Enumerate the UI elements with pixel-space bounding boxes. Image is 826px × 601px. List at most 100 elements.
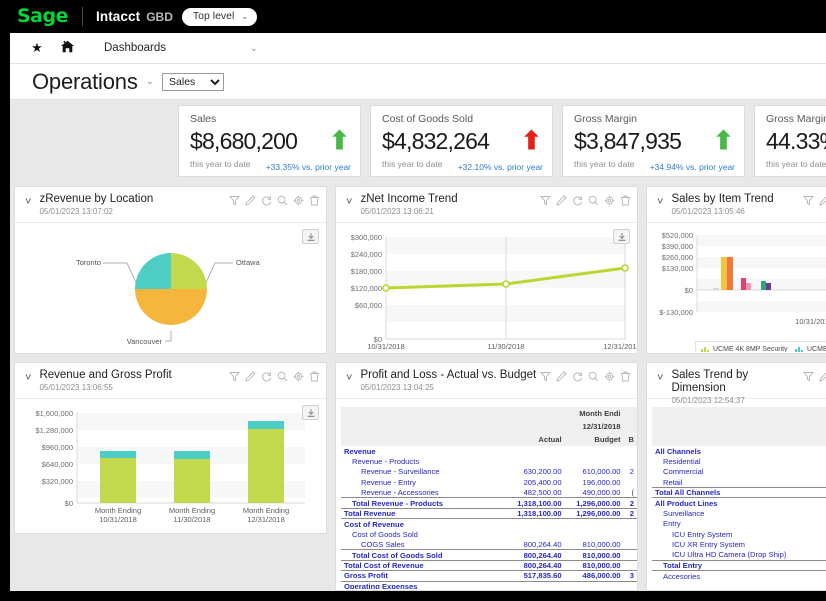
gear-icon[interactable]: [604, 195, 615, 206]
refresh-icon[interactable]: [572, 371, 583, 382]
table-row: Operating Expenses: [341, 581, 637, 589]
filter-icon[interactable]: [540, 371, 551, 382]
widget-title: zNet Income Trend: [360, 193, 458, 205]
filter-icon[interactable]: [803, 371, 814, 382]
page-title: Operations: [32, 68, 138, 94]
chevron-down-icon[interactable]: ˅: [346, 372, 352, 384]
bar-segment-revenue: [248, 429, 284, 503]
delete-icon[interactable]: [620, 195, 631, 206]
row-label: Revenue - Entry: [361, 477, 416, 487]
chevron-down-icon[interactable]: ˅: [346, 196, 352, 208]
table-cell: [505, 407, 565, 420]
download-icon[interactable]: [302, 229, 319, 244]
widget-title: Sales by Item Trend: [671, 193, 774, 205]
legend-item[interactable]: UCME 4K 8MP Security System: [795, 346, 826, 352]
kpi-value: $3,847,935: [574, 128, 682, 154]
table-row: Total Revenue 1,318,100.00 1,296,000.00 2: [341, 507, 637, 520]
widget-title: zRevenue by Location: [39, 193, 154, 205]
y-tick: $0: [65, 499, 73, 508]
kpi-card[interactable]: Cost of Goods Sold $4,832,264 ⬆ this year t…: [370, 105, 553, 177]
chevron-down-icon[interactable]: ⌄: [250, 43, 258, 54]
search-icon[interactable]: [588, 371, 599, 382]
kpi-card[interactable]: Gross Margin % 44.33% this year to date: [754, 105, 826, 177]
delete-icon[interactable]: [620, 371, 631, 382]
row-label: Residential: [663, 457, 701, 467]
y-tick: $240,000: [351, 250, 382, 259]
row-label: ICU Entry System: [672, 529, 733, 539]
data-point: [382, 284, 390, 292]
widget-toolbar: [229, 193, 320, 206]
y-tick: $-130,000: [659, 308, 693, 317]
kpi-card[interactable]: Gross Margin $3,847,935 ⬆ this year to date…: [562, 105, 745, 177]
edit-icon[interactable]: [556, 195, 567, 206]
home-icon[interactable]: [52, 40, 82, 56]
dashboard-select[interactable]: Sales: [162, 72, 225, 91]
table-row: ICU Ultra HD Camera (Drop Ship): [652, 550, 826, 560]
chevron-down-icon[interactable]: ˅: [657, 196, 663, 208]
widget-body: $300,000 $240,000 $180,000 $120,000 $60,…: [336, 223, 637, 352]
delete-icon[interactable]: [309, 371, 320, 382]
cell-actual: [506, 446, 565, 456]
context-selector[interactable]: Top level ⌄: [181, 7, 258, 26]
cell-budget: [565, 519, 624, 529]
widget-timestamp: 05/01/2023 13:06:55: [39, 383, 113, 392]
edit-icon[interactable]: [819, 195, 826, 206]
filter-icon[interactable]: [229, 371, 240, 382]
refresh-icon[interactable]: [261, 195, 272, 206]
cell-actual: 630,200.00: [523, 467, 562, 477]
bar: [746, 283, 751, 290]
bar-segment-gross-profit: [248, 421, 284, 429]
star-icon[interactable]: ★: [22, 40, 52, 56]
table-row: Cost of Goods Sold: [341, 529, 637, 539]
widget-title: Sales Trend by Dimension: [671, 369, 749, 394]
edit-icon[interactable]: [245, 371, 256, 382]
search-icon[interactable]: [277, 371, 288, 382]
legend-item[interactable]: UCME 4K 8MP Security System: [701, 346, 795, 352]
refresh-icon[interactable]: [572, 195, 583, 206]
edit-icon[interactable]: [819, 371, 826, 382]
nav-dashboards-label[interactable]: Dashboards: [104, 42, 166, 54]
cell-variance: 3: [623, 570, 637, 582]
gear-icon[interactable]: [293, 371, 304, 382]
legend-swatch-icon: [701, 346, 709, 352]
y-tick: $0: [685, 286, 693, 295]
table-cell: [652, 420, 826, 433]
chevron-down-icon[interactable]: ˅: [25, 372, 31, 384]
search-icon[interactable]: [588, 195, 599, 206]
filter-icon[interactable]: [540, 195, 551, 206]
filter-icon[interactable]: [229, 195, 240, 206]
refresh-icon[interactable]: [261, 371, 272, 382]
download-icon[interactable]: [613, 229, 630, 244]
delete-icon[interactable]: [309, 195, 320, 206]
chevron-down-icon[interactable]: ˅: [657, 372, 663, 384]
y-tick: $300,000: [351, 233, 382, 242]
chevron-down-icon[interactable]: ˅: [25, 196, 31, 208]
filter-icon[interactable]: [803, 195, 814, 206]
gear-icon[interactable]: [604, 371, 615, 382]
row-label: Retail: [663, 477, 683, 487]
download-icon[interactable]: [302, 405, 319, 420]
y-tick: $390,000: [662, 242, 693, 251]
kpi-value: $8,680,200: [190, 128, 298, 154]
kpi-card[interactable]: Sales $8,680,200 ⬆ this year to date +33.35%…: [178, 105, 361, 177]
chevron-down-icon[interactable]: ⌄: [146, 76, 154, 87]
widget-body: QuartC All ChannelsResidential7Commercial…: [647, 399, 826, 589]
x-tick: 12/31/2018: [603, 342, 637, 351]
bar-segment-revenue: [174, 459, 210, 503]
cell-budget: 810,000.00: [564, 549, 624, 561]
edit-icon[interactable]: [556, 371, 567, 382]
table-cell: [652, 407, 826, 420]
widget-body: Toronto Ottawa Vancouver: [15, 223, 326, 352]
table-row: Cost of Revenue: [341, 519, 637, 529]
cell-variance: 2: [623, 497, 637, 509]
table-row: Accesories4: [652, 570, 826, 582]
search-icon[interactable]: [277, 195, 288, 206]
widget-timestamp: 05/01/2023 13:07:02: [39, 207, 113, 216]
row-label: Gross Profit: [341, 570, 506, 582]
table-row: Total Revenue - Products 1,318,100.00 1,29…: [341, 497, 637, 509]
table-row: Revenue - Accessories 482,500.00 490,000.0…: [341, 488, 637, 498]
x-tick: Month Ending: [243, 506, 289, 515]
edit-icon[interactable]: [245, 195, 256, 206]
widget-net-income-trend: ˅ zNet Income Trend 05/01/2023 13:06:21: [335, 186, 638, 354]
gear-icon[interactable]: [293, 195, 304, 206]
